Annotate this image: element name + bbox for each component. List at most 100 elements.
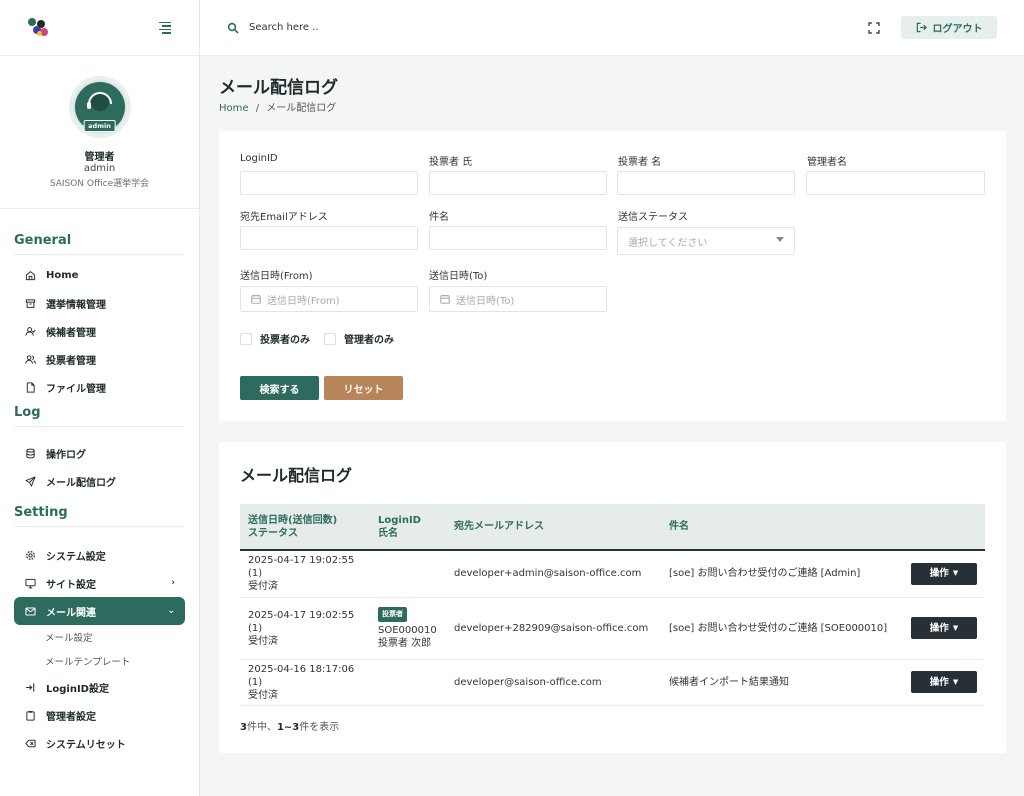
sidebar-item-mail-related[interactable]: メール関連 ⌄ [14, 597, 185, 625]
chevron-down-icon: ⌄ [167, 606, 175, 616]
sidebar-item-site-settings[interactable]: サイト設定 › [14, 569, 185, 597]
section-title-general: General [14, 209, 185, 255]
sidebar-item-loginid-settings[interactable]: LoginID設定 [14, 673, 185, 701]
header-email: 宛先メールアドレス [446, 504, 661, 551]
search-form-card: LoginID 投票者 氏 投票者 名 管理者名 宛先Emailアドレス 件名 … [219, 131, 1006, 421]
reset-button[interactable]: リセット [324, 376, 403, 400]
breadcrumb-current: メール配信ログ [266, 103, 337, 114]
date-from-placeholder: 送信日時(From) [267, 295, 340, 307]
header-subject: 件名 [661, 504, 899, 551]
mail-log-table: 送信日時(送信回数) ステータス LoginID 氏名 宛先メールアドレス 件名… [240, 504, 985, 706]
admin-name-label: 管理者名 [807, 157, 847, 168]
voters-only-checkbox[interactable]: 投票者のみ [240, 331, 310, 346]
cell-email: developer+282909@saison-office.com [446, 597, 661, 660]
nav-section-general: General Home 選挙情報管理 候補者管理 投票者管理 ファイル管理 [0, 209, 199, 401]
caret-down-icon: ▼ [952, 569, 959, 578]
cell-login-id: 投票者 SOE000010 投票者 次郎 [370, 597, 446, 660]
section-title-setting: Setting [14, 495, 185, 527]
sidebar-item-system-settings[interactable]: システム設定 [14, 541, 185, 569]
sidebar-item-label: サイト設定 [46, 579, 96, 591]
logout-icon [916, 22, 927, 33]
subject-input[interactable] [429, 226, 607, 250]
date-from-input[interactable]: 送信日時(From) [240, 286, 418, 312]
date-to-input[interactable]: 送信日時(To) [429, 286, 607, 312]
search-input[interactable] [249, 22, 449, 33]
cell-subject: [soe] お問い合わせ受付のご連絡 [Admin] [661, 550, 899, 598]
checkbox-box[interactable] [240, 332, 252, 345]
menu-toggle-icon[interactable] [159, 21, 171, 34]
admins-only-checkbox[interactable]: 管理者のみ [324, 331, 394, 346]
sidebar-item-label: 候補者管理 [46, 327, 96, 339]
mail-log-table-card: メール配信ログ 送信日時(送信回数) ステータス LoginID 氏名 宛先メー… [219, 442, 1006, 753]
sidebar-subitem-mail-template[interactable]: メールテンプレート [14, 649, 185, 673]
email-input[interactable] [240, 226, 418, 250]
table-row: 2025-04-16 18:17:06 (1) 受付済 developer@sai… [240, 659, 985, 706]
database-icon [24, 447, 36, 459]
app-logo[interactable] [28, 17, 50, 38]
login-icon [24, 681, 36, 693]
sidebar-item-label: 管理者設定 [46, 711, 96, 723]
sidebar-item-label: ファイル管理 [46, 383, 106, 395]
fullscreen-icon[interactable] [868, 22, 880, 34]
date-to-placeholder: 送信日時(To) [456, 295, 515, 307]
sidebar-item-label: Home [46, 269, 79, 281]
sidebar-item-candidates[interactable]: 候補者管理 [14, 317, 185, 345]
voter-last-name-input[interactable] [429, 171, 607, 195]
actions-dropdown-button[interactable]: 操作 ▼ [911, 671, 977, 693]
sidebar-item-label: システムリセット [46, 739, 126, 751]
cell-email: developer+admin@saison-office.com [446, 550, 661, 598]
voter-first-name-input[interactable] [617, 171, 795, 195]
calendar-icon [251, 294, 261, 304]
sidebar-item-label: 操作ログ [46, 449, 86, 461]
breadcrumb: Home / メール配信ログ [219, 99, 1006, 114]
users-icon [24, 353, 36, 365]
sidebar-subitem-mail-settings[interactable]: メール設定 [14, 625, 185, 649]
sidebar-item-system-reset[interactable]: システムリセット [14, 729, 185, 757]
cell-email: developer@saison-office.com [446, 659, 661, 706]
actions-dropdown-button[interactable]: 操作 ▼ [911, 562, 977, 585]
cell-sent-at: 2025-04-16 18:17:06 (1) 受付済 [240, 659, 370, 706]
logout-button[interactable]: ログアウト [901, 16, 997, 39]
cell-actions: 操作 ▼ [899, 597, 985, 660]
actions-dropdown-button[interactable]: 操作 ▼ [911, 617, 977, 639]
sidebar-item-admin-settings[interactable]: 管理者設定 [14, 701, 185, 729]
sidebar-item-home[interactable]: Home [14, 261, 185, 289]
caret-down-icon [776, 237, 784, 242]
header-sent-at: 送信日時(送信回数) ステータス [240, 504, 370, 551]
status-select-placeholder: 選択してください [628, 237, 708, 249]
login-id-input[interactable] [240, 171, 418, 195]
admin-name-input[interactable] [806, 171, 985, 195]
sidebar-item-operation-log[interactable]: 操作ログ [14, 439, 185, 467]
cell-subject: 候補者インポート結果通知 [661, 659, 899, 706]
sidebar-item-label: システム設定 [46, 551, 106, 563]
status-label: 送信ステータス [618, 212, 688, 223]
sidebar-item-election[interactable]: 選挙情報管理 [14, 289, 185, 317]
sidebar-item-label: LoginID設定 [46, 683, 109, 695]
subject-label: 件名 [429, 212, 449, 223]
nav-section-setting: Setting システム設定 サイト設定 › メール関連 ⌄ メール設定 メール… [0, 495, 199, 757]
header-actions [899, 504, 985, 551]
pagination-info: 3件中、1~3件を表示 [240, 722, 340, 733]
cell-login-id [370, 550, 446, 598]
status-select[interactable]: 選択してください [617, 227, 795, 255]
voter-first-name-label: 投票者 名 [618, 157, 662, 168]
voters-only-label: 投票者のみ [260, 335, 310, 346]
cell-actions: 操作 ▼ [899, 659, 985, 706]
avatar: admin [68, 76, 131, 138]
logout-label: ログアウト [932, 24, 983, 35]
sidebar-item-mail-log[interactable]: メール配信ログ [14, 467, 185, 495]
file-icon [24, 381, 36, 393]
sidebar-item-files[interactable]: ファイル管理 [14, 373, 185, 401]
search-button[interactable]: 検索する [240, 376, 319, 400]
profile-name: 管理者 [84, 152, 115, 163]
checkbox-box[interactable] [324, 332, 336, 345]
calendar-icon [440, 294, 450, 304]
breadcrumb-home[interactable]: Home [219, 103, 249, 114]
profile-org: SAISON Office選挙学会 [49, 179, 150, 189]
topbar: ログアウト [200, 0, 1024, 56]
sidebar-item-voters[interactable]: 投票者管理 [14, 345, 185, 373]
cell-actions: 操作 ▼ [899, 550, 985, 598]
delete-icon [24, 737, 36, 749]
cell-sent-at: 2025-04-17 19:02:55 (1) 受付済 [240, 597, 370, 660]
sidebar-item-label: 投票者管理 [46, 355, 96, 367]
